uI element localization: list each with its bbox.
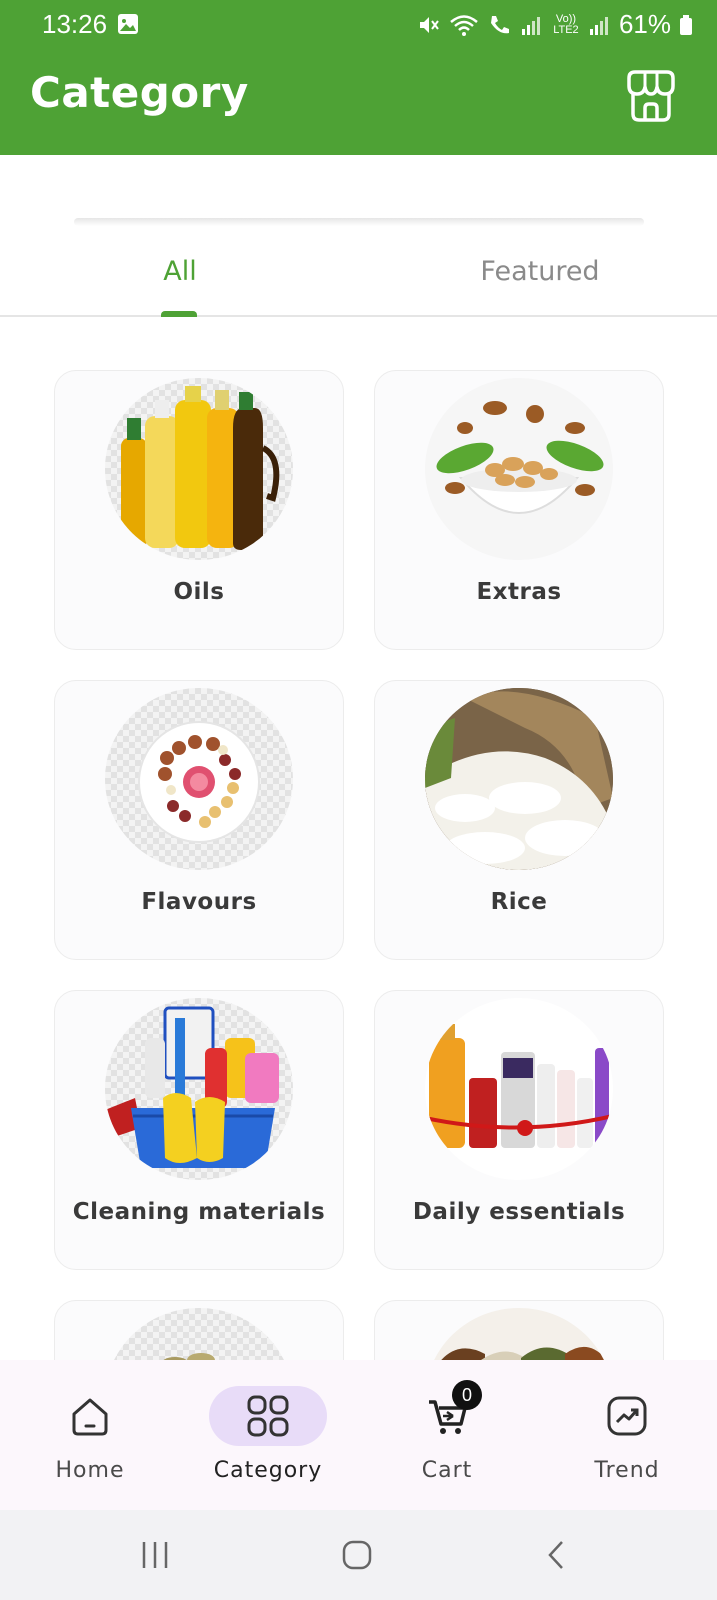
category-label: Flavours [141,889,257,915]
cart-count-badge: 0 [452,1380,482,1410]
tab-all[interactable]: All [120,225,240,317]
nav-trend[interactable]: Trend [547,1360,707,1510]
active-tab-indicator [161,311,197,317]
category-card-partial-1[interactable] [54,1300,344,1360]
category-card-oils[interactable]: Oils [54,370,344,650]
extras-image [425,378,613,560]
store-icon[interactable] [623,68,679,124]
nav-home-label: Home [55,1458,125,1483]
category-card-cleaning-materials[interactable]: Cleaning materials [54,990,344,1270]
home-icon [72,1398,108,1436]
signal-1-icon [521,16,540,35]
nav-home[interactable]: Home [10,1360,170,1510]
category-label: Extras [476,579,562,605]
network-type-label: Vo)) LTE2 [553,12,579,36]
category-card-partial-2[interactable] [374,1300,664,1360]
battery-percent: 61% [618,9,671,39]
daily-essentials-image [425,998,613,1180]
recent-apps-icon[interactable] [138,1538,172,1572]
wifi-icon [450,14,478,36]
cleaning-materials-image [105,998,293,1180]
nav-category-label: Category [213,1458,323,1483]
battery-icon [680,14,692,35]
page-title: Category [30,68,249,117]
system-navigation-bar [0,1510,717,1600]
nav-cart-label: Cart [421,1458,473,1483]
back-icon[interactable] [540,1538,574,1572]
category-card-flavours[interactable]: Flavours [54,680,344,960]
nav-cart[interactable]: 0 Cart [367,1360,527,1510]
category-label: Rice [490,889,548,915]
status-time: 13:26 [42,9,108,39]
nav-trend-label: Trend [594,1458,660,1483]
grid-icon [247,1395,289,1437]
category-grid: Oils Extras Flavours Rice Cleaning mater… [54,370,664,1360]
trend-icon [607,1396,647,1436]
category-card-rice[interactable]: Rice [374,680,664,960]
category-card-extras[interactable]: Extras [374,370,664,650]
nav-category-pill [209,1386,327,1446]
flavours-image [105,688,293,870]
category-tabs: All Featured [0,225,717,317]
home-button-icon[interactable] [340,1538,374,1572]
mute-icon [419,16,439,33]
oils-image [105,378,293,560]
status-bar: 13:26 Vo)) LTE2 61% [0,0,717,50]
category-label: Cleaning materials [72,1199,326,1225]
partial-item-image [105,1308,293,1360]
category-label: Oils [173,579,225,605]
rice-image [425,688,613,870]
category-card-daily-essentials[interactable]: Daily essentials [374,990,664,1270]
app-header: 13:26 Vo)) LTE2 61% Category [0,0,717,155]
tab-featured[interactable]: Featured [440,225,640,317]
signal-2-icon [589,16,608,35]
wifi-calling-icon [490,15,509,33]
partial-spices-image [425,1308,613,1360]
nav-category[interactable]: Category [188,1360,348,1510]
image-notification-icon [118,14,138,34]
category-label: Daily essentials [412,1199,626,1225]
bottom-navigation: Home Category 0 Cart Trend [0,1360,717,1510]
status-icons: Vo)) LTE2 61% [417,9,693,40]
